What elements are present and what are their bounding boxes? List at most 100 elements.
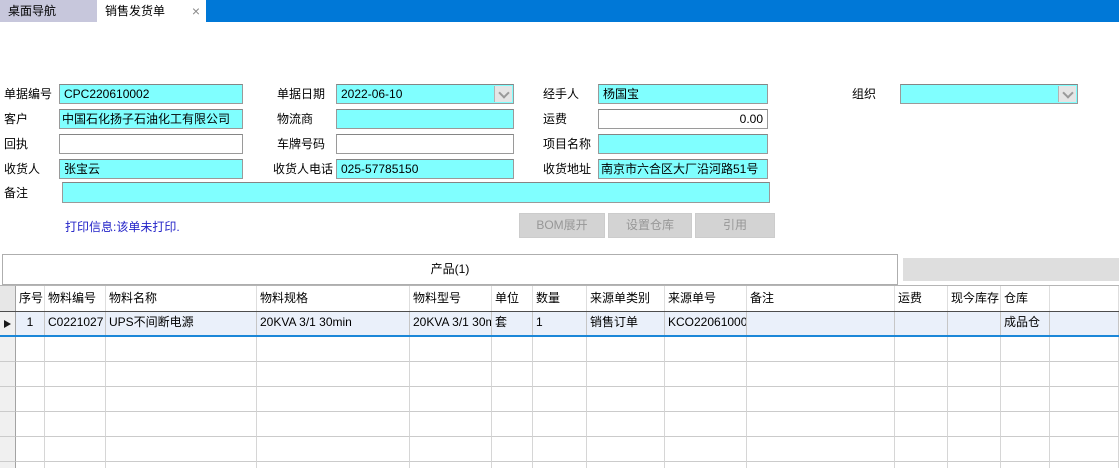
empty-cell: [257, 437, 410, 462]
table-row[interactable]: 1 C0221027 UPS不间断电源 20KVA 3/1 30min 20KV…: [0, 312, 1119, 337]
col-header-source-no[interactable]: 来源单号: [665, 286, 747, 311]
cell-freight[interactable]: [895, 312, 948, 335]
empty-cell: [1001, 337, 1050, 362]
logistics-field[interactable]: [336, 109, 514, 129]
empty-cell: [257, 462, 410, 468]
empty-cell: [45, 337, 106, 362]
cell-spec[interactable]: 20KVA 3/1 30min: [257, 312, 410, 335]
doc-date-dropdown-button[interactable]: [494, 86, 512, 102]
doc-no-field[interactable]: CPC220610002: [59, 84, 243, 104]
col-header-source-type[interactable]: 来源单类别: [587, 286, 665, 311]
grid-select-all[interactable]: [0, 286, 16, 311]
product-grid: 序号 物料编号 物料名称 物料规格 物料型号 单位 数量 来源单类别 来源单号 …: [0, 285, 1119, 468]
empty-cell: [492, 462, 533, 468]
reference-button[interactable]: 引用: [695, 213, 775, 238]
cell-model[interactable]: 20KVA 3/1 30min: [410, 312, 492, 335]
consignee-field[interactable]: 张宝云: [59, 159, 243, 179]
consignee-phone-field[interactable]: 025-57785150: [336, 159, 514, 179]
col-header-warehouse[interactable]: 仓库: [1001, 286, 1050, 311]
close-icon[interactable]: ×: [192, 0, 200, 22]
doc-date-field[interactable]: 2022-06-10: [336, 84, 514, 104]
empty-cell: [410, 437, 492, 462]
cell-warehouse[interactable]: 成品仓: [1001, 312, 1050, 335]
set-warehouse-button[interactable]: 设置仓库: [608, 213, 692, 238]
delivery-address-field[interactable]: 南京市六合区大厂沿河路51号: [598, 159, 768, 179]
remark-label: 备注: [4, 183, 28, 203]
empty-cell: [895, 437, 948, 462]
empty-cell: [533, 337, 587, 362]
row-selector[interactable]: [0, 312, 16, 335]
empty-cell: [257, 387, 410, 412]
col-header-qty[interactable]: 数量: [533, 286, 587, 311]
empty-cell: [16, 337, 45, 362]
col-header-model[interactable]: 物料型号: [410, 286, 492, 311]
cell-unit[interactable]: 套: [492, 312, 533, 335]
empty-cell: [895, 362, 948, 387]
empty-cell: [45, 387, 106, 412]
col-header-freight[interactable]: 运费: [895, 286, 948, 311]
plate-no-label: 车牌号码: [277, 134, 325, 154]
consignee-label: 收货人: [4, 159, 40, 179]
remark-field[interactable]: [62, 182, 770, 203]
empty-cell: [45, 362, 106, 387]
empty-cell: [747, 362, 895, 387]
cell-seq[interactable]: 1: [16, 312, 45, 335]
empty-cell: [747, 337, 895, 362]
cell-source-type[interactable]: 销售订单: [587, 312, 665, 335]
empty-cell: [747, 412, 895, 437]
row-selector: [0, 412, 16, 437]
cell-stock[interactable]: [948, 312, 1001, 335]
product-section-title: 产品(1): [2, 254, 898, 285]
col-header-stock[interactable]: 现今库存: [948, 286, 1001, 311]
empty-cell: [45, 412, 106, 437]
empty-cell: [106, 462, 257, 468]
empty-cell: [895, 337, 948, 362]
col-header-seq[interactable]: 序号: [16, 286, 45, 311]
cell-name[interactable]: UPS不间断电源: [106, 312, 257, 335]
empty-cell: [492, 412, 533, 437]
tab-sales-delivery[interactable]: 销售发货单 ×: [97, 0, 206, 22]
empty-cell: [665, 462, 747, 468]
empty-cell: [257, 337, 410, 362]
empty-cell: [16, 462, 45, 468]
empty-cell: [665, 362, 747, 387]
cell-remark[interactable]: [747, 312, 895, 335]
empty-cell: [16, 412, 45, 437]
col-header-remark[interactable]: 备注: [747, 286, 895, 311]
org-field[interactable]: [900, 84, 1078, 104]
cell-code[interactable]: C0221027: [45, 312, 106, 335]
empty-cell: [948, 362, 1001, 387]
col-header-spec[interactable]: 物料规格: [257, 286, 410, 311]
org-dropdown-button[interactable]: [1058, 86, 1076, 102]
doc-date-label: 单据日期: [277, 84, 325, 104]
empty-cell: [587, 387, 665, 412]
cell-source-no[interactable]: KCO220610002: [665, 312, 747, 335]
empty-cell: [492, 337, 533, 362]
empty-cell: [16, 387, 45, 412]
col-header-unit[interactable]: 单位: [492, 286, 533, 311]
empty-cell: [106, 387, 257, 412]
col-header-code[interactable]: 物料编号: [45, 286, 106, 311]
receipt-field[interactable]: [59, 134, 243, 154]
empty-cell: [1001, 412, 1050, 437]
row-selector: [0, 362, 16, 387]
handler-field[interactable]: 杨国宝: [598, 84, 768, 104]
bom-expand-button[interactable]: BOM展开: [519, 213, 605, 238]
empty-cell: [665, 337, 747, 362]
freight-field[interactable]: 0.00: [598, 109, 768, 129]
receipt-label: 回执: [4, 134, 28, 154]
tab-desktop-nav[interactable]: 桌面导航: [0, 0, 97, 22]
plate-no-field[interactable]: [336, 134, 514, 154]
empty-cell: [587, 462, 665, 468]
empty-cell: [45, 462, 106, 468]
empty-grid-row: [0, 412, 1119, 437]
col-header-name[interactable]: 物料名称: [106, 286, 257, 311]
customer-field[interactable]: 中国石化扬子石油化工有限公司: [59, 109, 243, 129]
project-field[interactable]: [598, 134, 768, 154]
empty-cell: [106, 362, 257, 387]
empty-cell: [16, 437, 45, 462]
empty-grid-row: [0, 362, 1119, 387]
empty-cell: [533, 462, 587, 468]
row-selector: [0, 437, 16, 462]
cell-qty[interactable]: 1: [533, 312, 587, 335]
